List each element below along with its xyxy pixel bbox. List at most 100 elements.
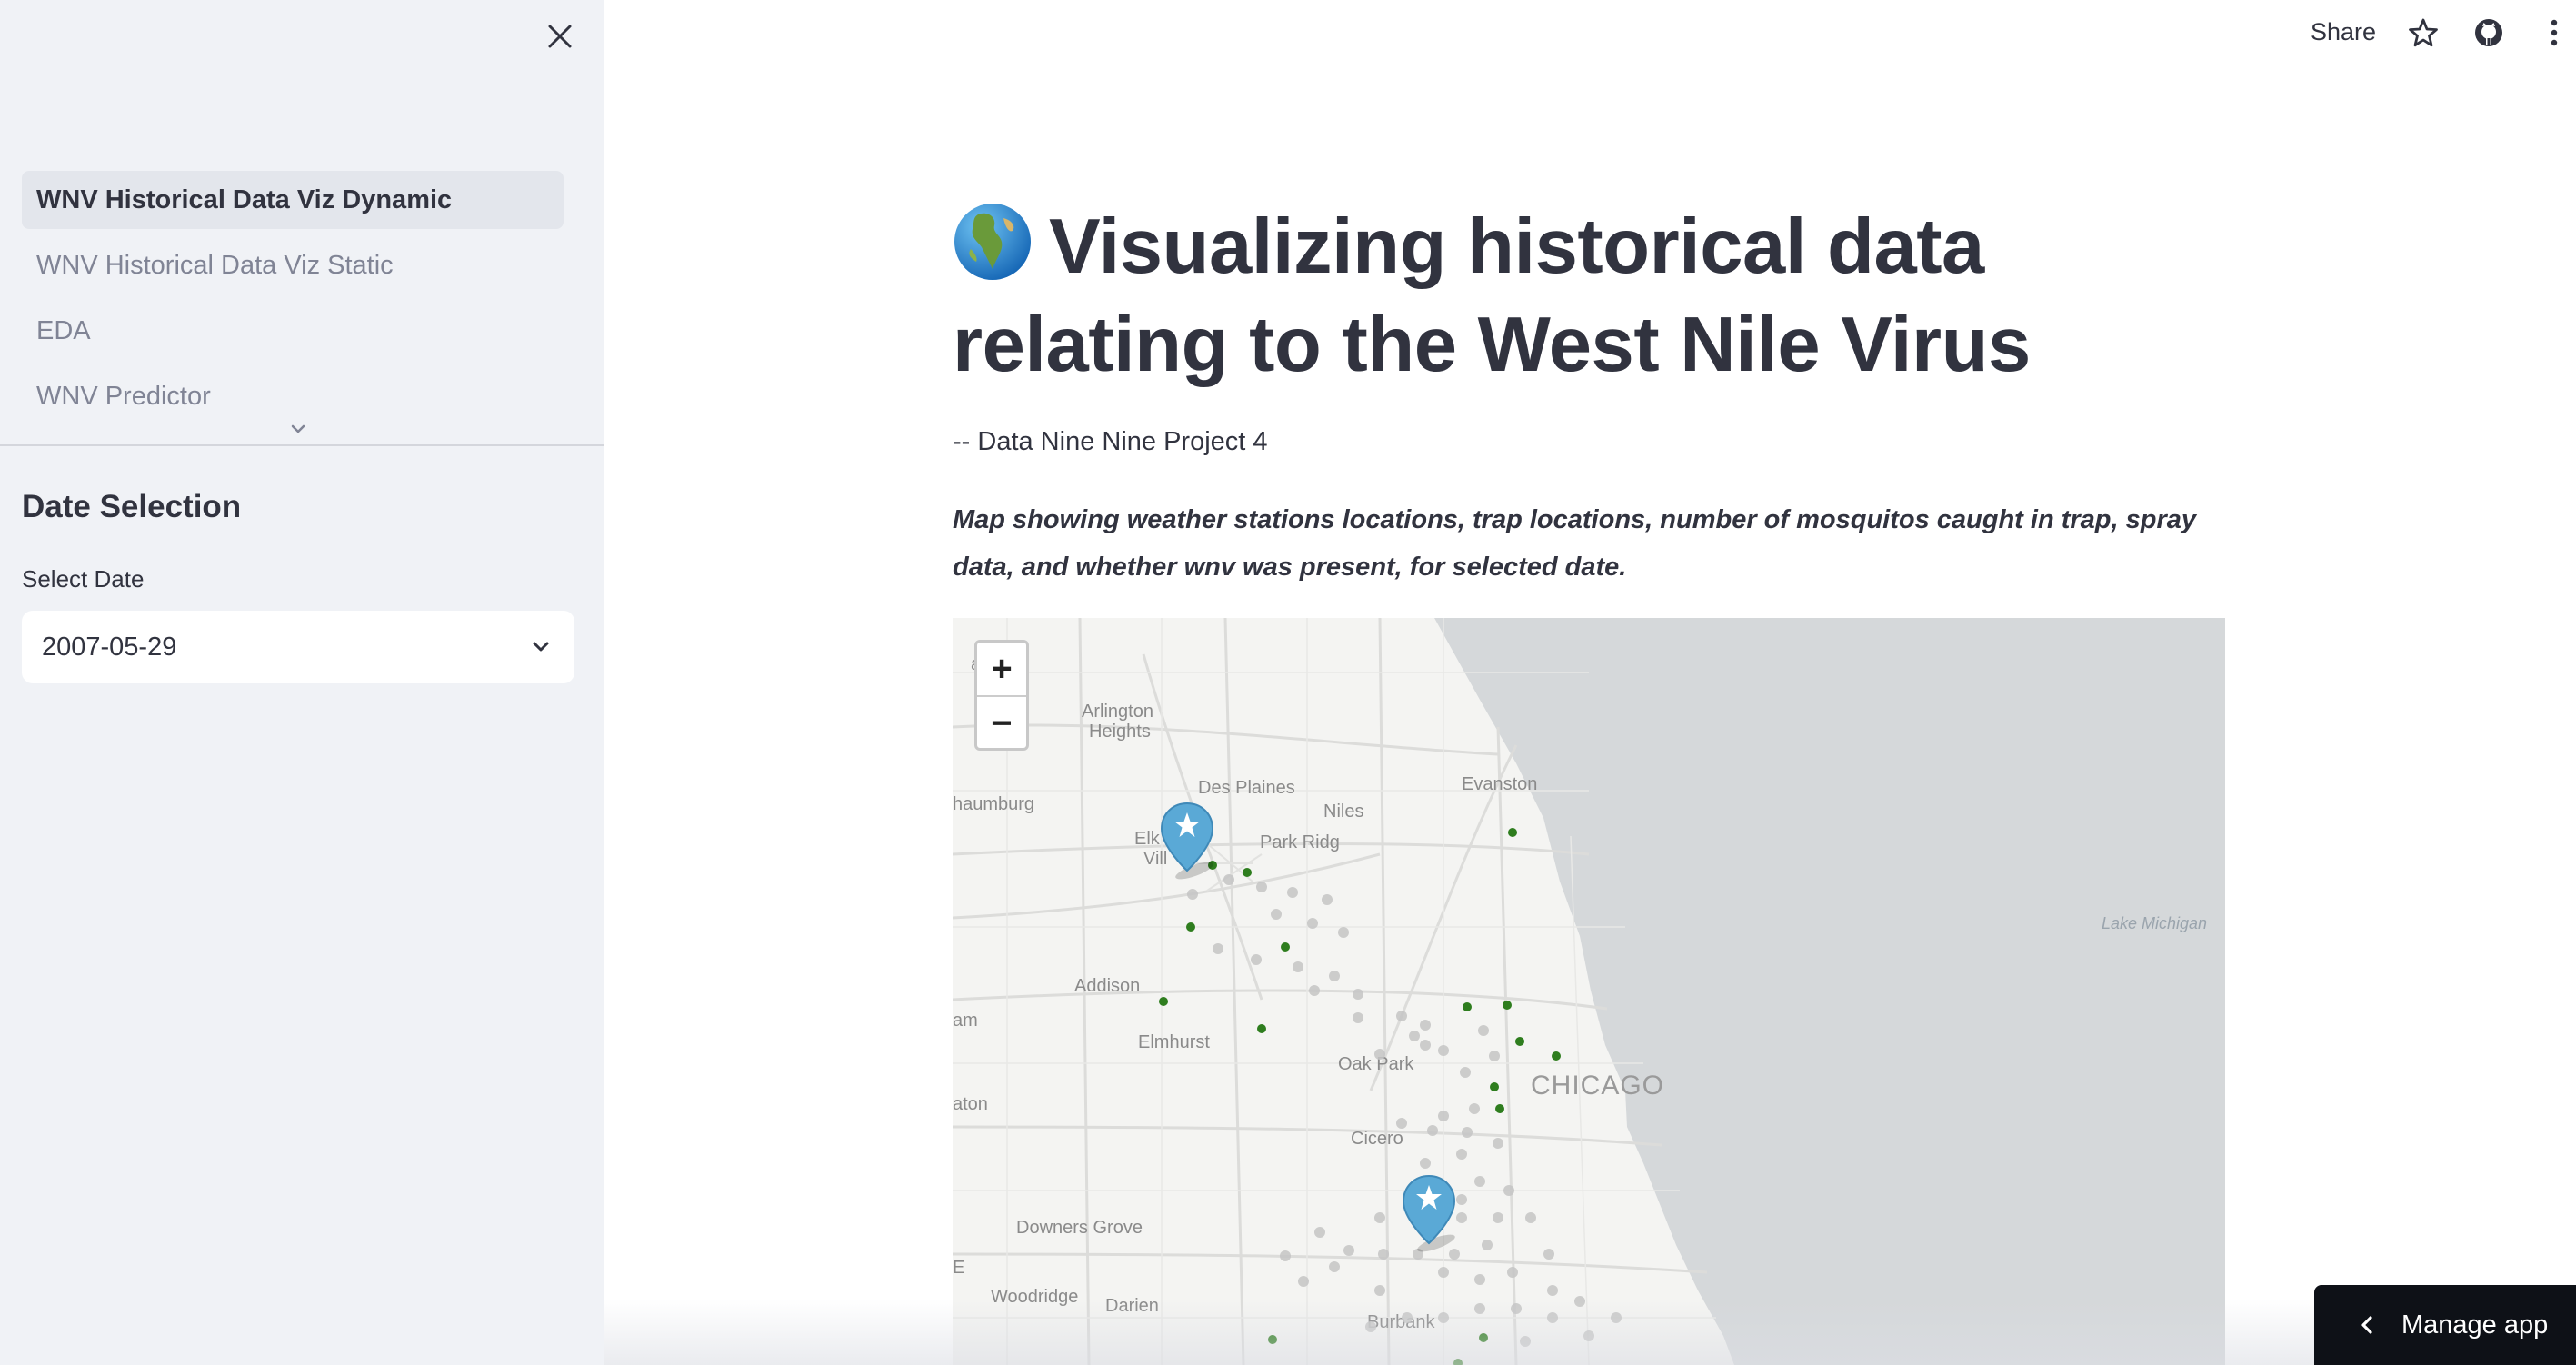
trap-point[interactable]: [1507, 1267, 1518, 1278]
trap-point[interactable]: [1547, 1312, 1558, 1323]
trap-point-wnv[interactable]: [1490, 1082, 1499, 1091]
trap-point[interactable]: [1329, 971, 1340, 981]
trap-point-wnv[interactable]: [1463, 1002, 1472, 1011]
trap-point[interactable]: [1213, 943, 1223, 954]
trap-point-wnv[interactable]: [1515, 1037, 1524, 1046]
weather-station-marker[interactable]: [1400, 1172, 1463, 1254]
trap-point[interactable]: [1474, 1176, 1485, 1187]
more-vert-icon[interactable]: [2538, 16, 2571, 49]
trap-point[interactable]: [1343, 1245, 1354, 1256]
trap-point[interactable]: [1420, 1020, 1431, 1031]
trap-point[interactable]: [1256, 882, 1267, 892]
trap-point[interactable]: [1438, 1111, 1449, 1121]
trap-point[interactable]: [1353, 1012, 1363, 1023]
trap-point[interactable]: [1482, 1240, 1493, 1250]
trap-point[interactable]: [1478, 1025, 1489, 1036]
trap-point-wnv[interactable]: [1453, 1359, 1463, 1365]
trap-point[interactable]: [1574, 1296, 1585, 1307]
trap-point[interactable]: [1489, 1051, 1500, 1061]
sidebar-item-wnv-dynamic[interactable]: WNV Historical Data Viz Dynamic: [22, 171, 564, 229]
zoom-in-button[interactable]: +: [977, 643, 1026, 697]
trap-point-wnv[interactable]: [1508, 828, 1517, 837]
trap-point-wnv[interactable]: [1257, 1024, 1266, 1033]
trap-point[interactable]: [1469, 1103, 1480, 1114]
trap-point[interactable]: [1438, 1045, 1449, 1056]
trap-point-wnv[interactable]: [1503, 1001, 1512, 1010]
trap-point[interactable]: [1307, 918, 1318, 929]
sidebar-item-wnv-static[interactable]: WNV Historical Data Viz Static: [22, 236, 564, 294]
close-icon: [548, 25, 572, 48]
trap-point[interactable]: [1374, 1285, 1385, 1296]
trap-point[interactable]: [1251, 954, 1262, 965]
trap-point-wnv[interactable]: [1186, 922, 1195, 932]
trap-point[interactable]: [1293, 961, 1303, 972]
sidebar-item-wnv-predictor[interactable]: WNV Predictor: [22, 367, 564, 425]
trap-point[interactable]: [1322, 894, 1333, 905]
trap-point[interactable]: [1493, 1138, 1503, 1149]
trap-point[interactable]: [1223, 874, 1234, 885]
trap-point[interactable]: [1374, 1049, 1385, 1060]
trap-point[interactable]: [1462, 1127, 1473, 1138]
trap-point[interactable]: [1271, 909, 1282, 920]
manage-app-button[interactable]: Manage app: [2314, 1285, 2576, 1365]
trap-point-wnv[interactable]: [1243, 868, 1252, 877]
trap-point[interactable]: [1427, 1125, 1438, 1136]
sidebar-item-eda[interactable]: EDA: [22, 302, 564, 360]
trap-point[interactable]: [1409, 1031, 1420, 1041]
trap-point[interactable]: [1438, 1267, 1449, 1278]
trap-point[interactable]: [1493, 1212, 1503, 1223]
github-icon[interactable]: [2472, 16, 2505, 49]
sidebar-nav: WNV Historical Data Viz Dynamic WNV Hist…: [22, 171, 564, 433]
map[interactable]: alatine Arlington Heights Des Plaines Ev…: [953, 618, 2225, 1365]
trap-point[interactable]: [1420, 1040, 1431, 1051]
trap-point[interactable]: [1525, 1212, 1536, 1223]
trap-point[interactable]: [1280, 1250, 1291, 1261]
trap-point-wnv[interactable]: [1281, 942, 1290, 952]
date-select[interactable]: 2007-05-29: [22, 611, 574, 683]
trap-point-wnv[interactable]: [1495, 1104, 1504, 1113]
trap-point-wnv[interactable]: [1268, 1335, 1277, 1344]
sidebar-item-label: WNV Historical Data Viz Dynamic: [36, 184, 453, 214]
close-sidebar-button[interactable]: [542, 18, 578, 55]
trap-point[interactable]: [1365, 1321, 1376, 1332]
trap-point[interactable]: [1503, 1185, 1514, 1196]
trap-point[interactable]: [1611, 1312, 1622, 1323]
trap-points[interactable]: [953, 618, 2225, 1365]
trap-point-wnv[interactable]: [1552, 1051, 1561, 1061]
trap-point[interactable]: [1547, 1285, 1558, 1296]
star-icon[interactable]: [2407, 16, 2440, 49]
trap-point[interactable]: [1438, 1312, 1449, 1323]
trap-point[interactable]: [1396, 1011, 1407, 1021]
trap-point[interactable]: [1583, 1330, 1594, 1341]
trap-point[interactable]: [1314, 1227, 1325, 1238]
trap-point-wnv[interactable]: [1159, 997, 1168, 1006]
trap-point-wnv[interactable]: [1479, 1333, 1488, 1342]
trap-point[interactable]: [1329, 1261, 1340, 1272]
trap-point[interactable]: [1287, 887, 1298, 898]
trap-point[interactable]: [1187, 889, 1198, 900]
trap-point[interactable]: [1378, 1249, 1389, 1260]
sidebar-item-label: WNV Historical Data Viz Static: [36, 250, 394, 280]
title-line-2: relating to the West Nile Virus: [953, 302, 2031, 388]
trap-point[interactable]: [1402, 1312, 1413, 1323]
map-zoom-control: + −: [974, 640, 1029, 751]
chevron-down-icon: [533, 642, 549, 652]
trap-point[interactable]: [1396, 1118, 1407, 1129]
trap-point[interactable]: [1374, 1212, 1385, 1223]
trap-point[interactable]: [1511, 1303, 1522, 1314]
trap-point[interactable]: [1474, 1274, 1485, 1285]
trap-point[interactable]: [1520, 1336, 1531, 1347]
trap-point[interactable]: [1420, 1158, 1431, 1169]
weather-station-marker[interactable]: [1158, 800, 1222, 882]
trap-point[interactable]: [1309, 985, 1320, 996]
trap-point[interactable]: [1543, 1249, 1554, 1260]
trap-point[interactable]: [1456, 1149, 1467, 1160]
share-button[interactable]: Share: [2311, 18, 2376, 46]
trap-point[interactable]: [1460, 1067, 1471, 1078]
trap-point[interactable]: [1353, 989, 1363, 1000]
trap-point[interactable]: [1474, 1303, 1485, 1314]
zoom-out-button[interactable]: −: [977, 697, 1026, 750]
trap-point[interactable]: [1338, 927, 1349, 938]
trap-point[interactable]: [1298, 1276, 1309, 1287]
chevron-down-icon[interactable]: [287, 420, 309, 438]
